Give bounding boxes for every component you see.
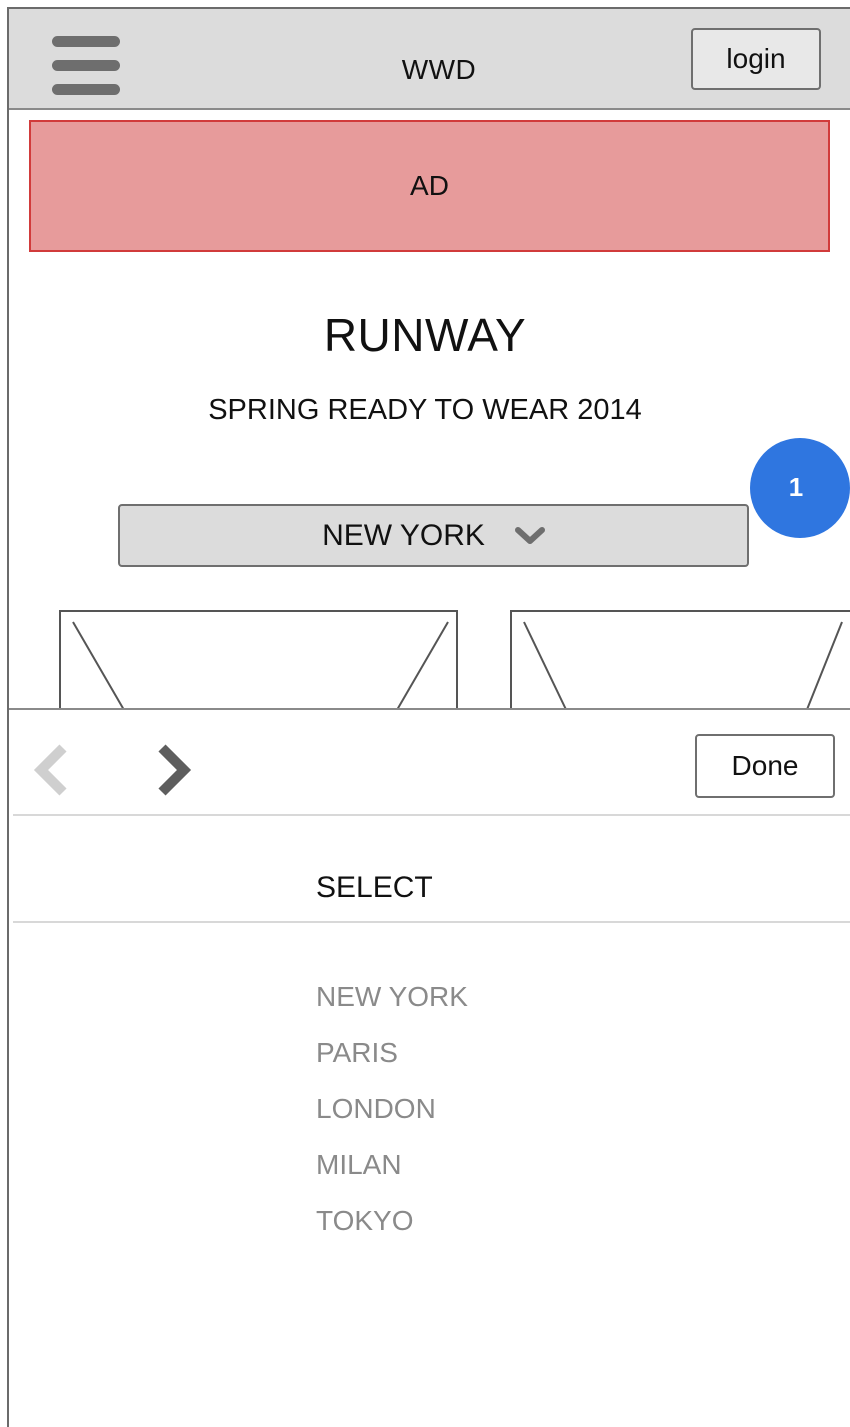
city-dropdown-value: NEW YORK <box>322 518 485 552</box>
ad-banner[interactable]: AD <box>29 120 830 252</box>
page-subtitle: SPRING READY TO WEAR 2014 <box>208 394 642 426</box>
top-bar: WWD login <box>9 9 850 110</box>
divider <box>13 921 850 923</box>
site-title: WWD <box>401 54 477 85</box>
runway-image-placeholder[interactable] <box>510 610 850 722</box>
login-button[interactable]: login <box>691 28 821 90</box>
picker-options: NEW YORK PARIS LONDON MILAN TOKYO <box>316 980 468 1260</box>
image-placeholder-icon <box>523 621 843 722</box>
hamburger-icon[interactable] <box>42 30 120 102</box>
done-button[interactable]: Done <box>695 734 835 798</box>
city-dropdown[interactable]: NEW YORK <box>118 504 749 567</box>
chevron-left-icon[interactable] <box>31 740 71 800</box>
divider <box>13 814 850 816</box>
image-placeholder-icon <box>72 621 449 722</box>
chevron-right-icon[interactable] <box>154 740 194 800</box>
picker-option[interactable]: LONDON <box>316 1092 468 1148</box>
runway-image-placeholder[interactable] <box>59 610 458 722</box>
ad-label: AD <box>410 170 449 201</box>
city-picker-sheet: Done SELECT NEW YORK PARIS LONDON MILAN … <box>9 708 850 1408</box>
picker-option[interactable]: TOKYO <box>316 1204 468 1260</box>
page-title: RUNWAY <box>323 309 527 361</box>
picker-header: SELECT <box>316 871 433 904</box>
picker-option[interactable]: NEW YORK <box>316 980 468 1036</box>
picker-option[interactable]: PARIS <box>316 1036 468 1092</box>
annotation-badge: 1 <box>750 438 850 538</box>
picker-option[interactable]: MILAN <box>316 1148 468 1204</box>
chevron-down-icon <box>514 526 545 544</box>
